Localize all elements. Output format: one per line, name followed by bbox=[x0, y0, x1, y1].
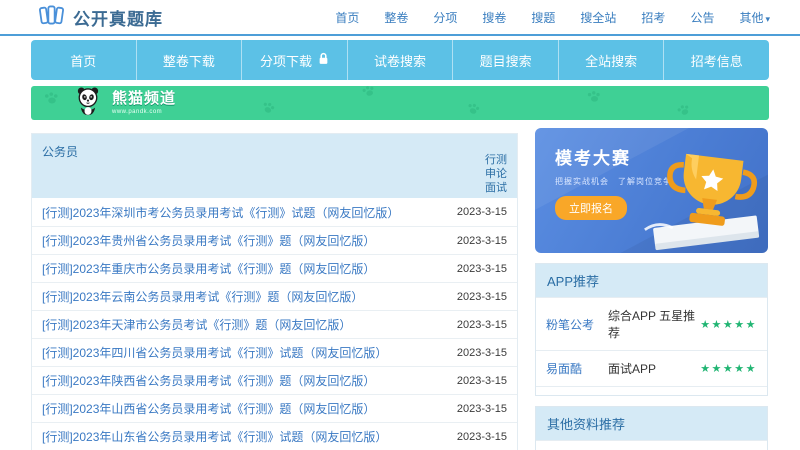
tab-home-label: 首页 bbox=[70, 53, 97, 69]
item-date: 2023-3-15 bbox=[456, 430, 507, 443]
category-link-mianshi[interactable]: 面试 bbox=[485, 181, 507, 195]
paw-icon bbox=[263, 102, 275, 113]
app-row: 易面酷 面试APP ★★★★★ bbox=[536, 350, 767, 386]
tab-section-download[interactable]: 分项下载 bbox=[242, 40, 348, 80]
nav-search-paper[interactable]: 搜卷 bbox=[482, 9, 506, 26]
nav-recruit[interactable]: 招考 bbox=[641, 9, 665, 26]
item-title-link[interactable]: [行测]2023年天津市公务员考试《行测》题（网友回忆版） bbox=[42, 316, 351, 333]
nav-home[interactable]: 首页 bbox=[335, 9, 359, 26]
app-panel-title: APP推荐 bbox=[536, 264, 767, 297]
app-panel: APP推荐 粉笔公考 综合APP 五星推荐 ★★★★★ 易面酷 面试APP ★★… bbox=[535, 263, 768, 396]
item-date: 2023-3-15 bbox=[456, 234, 507, 247]
item-date: 2023-3-15 bbox=[456, 290, 507, 303]
item-date: 2023-3-15 bbox=[456, 374, 507, 387]
nav-section[interactable]: 分项 bbox=[433, 9, 457, 26]
paw-icon bbox=[587, 91, 600, 102]
item-date: 2023-3-15 bbox=[456, 206, 507, 218]
trophy-icon bbox=[628, 144, 768, 253]
nav-notice[interactable]: 公告 bbox=[690, 9, 714, 26]
civil-servant-panel: 公务员 行测 申论 面试 [行测]2023年深圳市考公务员录用考试《行测》试题（… bbox=[31, 133, 518, 450]
top-nav: 首页 整卷 分项 搜卷 搜题 搜全站 招考 公告 其他 ▾ bbox=[335, 9, 770, 26]
list-item: [行测]2023年陕西省公务员录用考试《行测》题（网友回忆版） 2023-3-15 bbox=[32, 366, 517, 394]
list-item: [行测]2023年贵州省公务员录用考试《行测》题（网友回忆版） 2023-3-15 bbox=[32, 226, 517, 254]
app-name-link[interactable]: 粉笔公考 bbox=[546, 316, 608, 333]
item-title-link[interactable]: [行测]2023年陕西省公务员录用考试《行测》题（网友回忆版） bbox=[42, 372, 375, 389]
panda-channel-banner[interactable]: 熊猫频道 www.pandk.com bbox=[31, 86, 769, 120]
site-header: 公开真题库 首页 整卷 分项 搜卷 搜题 搜全站 招考 公告 其他 ▾ bbox=[0, 0, 800, 36]
list-item: [行测]2023年四川省公务员录用考试《行测》试题（网友回忆版） 2023-3-1… bbox=[32, 338, 517, 366]
category-link-shenlun[interactable]: 申论 bbox=[485, 167, 507, 181]
item-title-link[interactable]: [行测]2023年云南公务员录用考试《行测》题（网友回忆版） bbox=[42, 288, 363, 305]
panel-footer bbox=[536, 386, 767, 395]
panda-icon bbox=[73, 86, 103, 120]
nav-other-label: 其他 bbox=[739, 10, 764, 25]
list-item: [行测]2023年深圳市考公务员录用考试《行测》试题（网友回忆版） 2023-3-… bbox=[32, 198, 517, 226]
app-desc: 综合APP 五星推荐 bbox=[608, 309, 696, 340]
tab-section-download-label: 分项下载 bbox=[259, 53, 312, 69]
item-date: 2023-3-15 bbox=[456, 262, 507, 275]
chevron-down-icon: ▾ bbox=[765, 13, 770, 24]
star-rating: ★★★★★ bbox=[700, 318, 757, 331]
site-logo[interactable]: 公开真题库 bbox=[38, 3, 163, 32]
paw-icon bbox=[468, 103, 480, 114]
item-date: 2023-3-15 bbox=[456, 346, 507, 359]
category-links: 行测 申论 面试 bbox=[485, 153, 507, 195]
app-desc: 面试APP bbox=[608, 362, 657, 376]
banner-subtext: www.pandk.com bbox=[112, 109, 163, 115]
other-materials-panel: 其他资料推荐 粉笔直播课程 数资提分专辑（精选50件绝技） bbox=[535, 406, 768, 450]
banner-title: 熊猫频道 bbox=[112, 90, 177, 107]
content-area: 公务员 行测 申论 面试 [行测]2023年深圳市考公务员录用考试《行测》试题（… bbox=[31, 128, 769, 450]
sidebar: 模考大赛 把握实战机会 了解岗位竞争 立即报名 APP推荐 粉笔公考 综合APP… bbox=[535, 128, 768, 450]
item-date: 2023-3-15 bbox=[456, 318, 507, 331]
other-panel-title: 其他资料推荐 bbox=[536, 407, 767, 440]
lock-icon bbox=[318, 52, 329, 68]
tab-home[interactable]: 首页 bbox=[31, 40, 137, 80]
list-item: [行测]2023年山东省公务员录用考试《行测》试题（网友回忆版） 2023-3-1… bbox=[32, 422, 517, 450]
tab-whole-paper-download[interactable]: 整卷下载 bbox=[137, 40, 243, 80]
item-title-link[interactable]: [行测]2023年贵州省公务员录用考试《行测》题（网友回忆版） bbox=[42, 232, 375, 249]
app-row: 粉笔公考 综合APP 五星推荐 ★★★★★ bbox=[536, 297, 767, 350]
mock-exam-promo-card[interactable]: 模考大赛 把握实战机会 了解岗位竞争 立即报名 bbox=[535, 128, 768, 253]
tab-recruit-info[interactable]: 招考信息 bbox=[664, 40, 769, 80]
category-link-xingce[interactable]: 行测 bbox=[485, 153, 507, 167]
tab-question-search-label: 题目搜索 bbox=[479, 53, 532, 69]
list-item: [行测]2023年山西省公务员录用考试《行测》题（网友回忆版） 2023-3-15 bbox=[32, 394, 517, 422]
exam-list: [行测]2023年深圳市考公务员录用考试《行测》试题（网友回忆版） 2023-3-… bbox=[32, 198, 517, 450]
paw-icon bbox=[677, 105, 689, 115]
paw-icon bbox=[362, 86, 374, 96]
item-title-link[interactable]: [行测]2023年山西省公务员录用考试《行测》题（网友回忆版） bbox=[42, 400, 375, 417]
app-name-link[interactable]: 易面酷 bbox=[546, 360, 608, 377]
tab-whole-paper-download-label: 整卷下载 bbox=[162, 53, 215, 69]
banner-text: 熊猫频道 www.pandk.com bbox=[112, 91, 176, 115]
main-nav: 首页 整卷下载 分项下载 试卷搜索 题目搜索 全站搜索 招考信息 bbox=[31, 40, 769, 80]
other-material-link[interactable]: 粉笔直播课程 bbox=[536, 440, 767, 450]
list-item: [行测]2023年云南公务员录用考试《行测》题（网友回忆版） 2023-3-15 bbox=[32, 282, 517, 310]
tab-recruit-info-label: 招考信息 bbox=[690, 53, 743, 69]
item-title-link[interactable]: [行测]2023年四川省公务员录用考试《行测》试题（网友回忆版） bbox=[42, 344, 387, 361]
tab-site-search[interactable]: 全站搜索 bbox=[559, 40, 665, 80]
tab-paper-search[interactable]: 试卷搜索 bbox=[348, 40, 454, 80]
tab-paper-search-label: 试卷搜索 bbox=[374, 53, 427, 69]
item-title-link[interactable]: [行测]2023年山东省公务员录用考试《行测》试题（网友回忆版） bbox=[42, 428, 387, 445]
nav-search-question[interactable]: 搜题 bbox=[531, 9, 555, 26]
panel-title-link[interactable]: 公务员 bbox=[42, 145, 78, 159]
list-item: [行测]2023年天津市公务员考试《行测》题（网友回忆版） 2023-3-15 bbox=[32, 310, 517, 338]
tab-site-search-label: 全站搜索 bbox=[585, 53, 638, 69]
page: 公开真题库 首页 整卷 分项 搜卷 搜题 搜全站 招考 公告 其他 ▾ 首页 整卷… bbox=[0, 0, 800, 450]
nav-other-dropdown[interactable]: 其他 ▾ bbox=[739, 9, 770, 26]
nav-whole-paper[interactable]: 整卷 bbox=[384, 9, 408, 26]
logo-text: 公开真题库 bbox=[73, 9, 163, 29]
list-item: [行测]2023年重庆市公务员录用考试《行测》题（网友回忆版） 2023-3-15 bbox=[32, 254, 517, 282]
signup-button[interactable]: 立即报名 bbox=[555, 196, 627, 220]
item-title-link[interactable]: [行测]2023年深圳市考公务员录用考试《行测》试题（网友回忆版） bbox=[42, 204, 399, 221]
item-title-link[interactable]: [行测]2023年重庆市公务员录用考试《行测》题（网友回忆版） bbox=[42, 260, 375, 277]
panel-header: 公务员 行测 申论 面试 bbox=[32, 134, 517, 198]
star-rating: ★★★★★ bbox=[700, 363, 757, 375]
item-date: 2023-3-15 bbox=[456, 402, 507, 415]
tab-question-search[interactable]: 题目搜索 bbox=[453, 40, 559, 80]
paw-icon bbox=[44, 92, 58, 104]
nav-search-site[interactable]: 搜全站 bbox=[580, 9, 616, 26]
books-icon bbox=[38, 3, 65, 32]
